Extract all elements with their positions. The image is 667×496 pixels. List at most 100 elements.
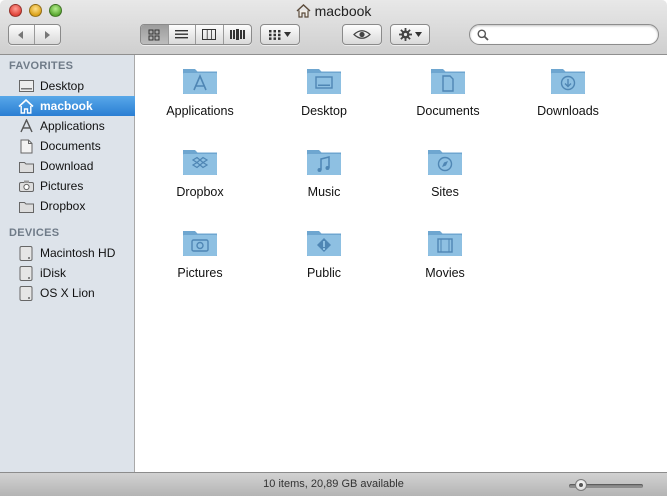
sidebar-item-label: Macintosh HD bbox=[40, 246, 116, 260]
folder-item-public[interactable]: Public bbox=[269, 217, 379, 287]
folder-label: Downloads bbox=[537, 104, 599, 118]
folder-item-pictures[interactable]: Pictures bbox=[145, 217, 255, 287]
folder-item-dropbox[interactable]: Dropbox bbox=[145, 136, 255, 206]
sidebar-item-label: Dropbox bbox=[40, 199, 86, 213]
sidebar-item-label: Applications bbox=[40, 119, 105, 133]
sites-folder-icon bbox=[428, 150, 462, 175]
folder-item-sites[interactable]: Sites bbox=[390, 136, 500, 206]
movies-folder-icon bbox=[428, 231, 462, 256]
gear-icon bbox=[398, 28, 412, 41]
coverflow-icon bbox=[229, 29, 245, 40]
sidebar-item-label: macbook bbox=[40, 99, 93, 113]
downloads-folder-icon bbox=[551, 69, 585, 94]
sidebar-item-macbook[interactable]: macbook bbox=[0, 96, 135, 116]
folder-label: Desktop bbox=[301, 104, 347, 118]
folder-item-downloads[interactable]: Downloads bbox=[513, 55, 623, 125]
sidebar-item-os-x-lion[interactable]: OS X Lion bbox=[0, 283, 135, 303]
grid-icon bbox=[148, 29, 160, 40]
sidebar-item-label: Download bbox=[40, 159, 94, 173]
sidebar-item-label: OS X Lion bbox=[40, 286, 95, 300]
search-field[interactable] bbox=[469, 24, 659, 45]
column-view-button[interactable] bbox=[196, 25, 224, 44]
folder-label: Sites bbox=[431, 185, 459, 199]
dropbox-folder-icon bbox=[183, 150, 217, 175]
quicklook-button[interactable] bbox=[343, 25, 381, 44]
music-folder-icon bbox=[307, 150, 341, 175]
action-button[interactable] bbox=[391, 25, 429, 44]
sidebar-item-documents[interactable]: Documents bbox=[0, 136, 135, 156]
quicklook-control bbox=[342, 24, 382, 45]
toolbar: macbook bbox=[0, 0, 667, 55]
folder-label: Pictures bbox=[177, 266, 223, 280]
list-icon bbox=[175, 30, 189, 39]
chevron-right-icon bbox=[45, 30, 51, 39]
arrange-menu bbox=[260, 24, 300, 45]
arrange-button[interactable] bbox=[261, 25, 299, 44]
sidebar-item-pictures[interactable]: Pictures bbox=[0, 176, 135, 196]
folder-item-documents[interactable]: Documents bbox=[393, 55, 503, 125]
idisk-icon bbox=[18, 265, 34, 281]
chevron-down-icon bbox=[284, 32, 291, 37]
folder-item-music[interactable]: Music bbox=[269, 136, 379, 206]
arrange-grid-icon bbox=[269, 29, 281, 40]
camera-icon bbox=[18, 178, 34, 194]
chevron-left-icon bbox=[18, 30, 24, 39]
sidebar-item-macintosh-hd[interactable]: Macintosh HD bbox=[0, 243, 135, 263]
home-icon bbox=[296, 4, 311, 21]
applications-folder-icon bbox=[183, 69, 217, 94]
finder-window: macbook FAVORITES Desktop macbook Applic… bbox=[0, 0, 667, 496]
file-browser: Applications Desktop Documents Downloads bbox=[136, 55, 667, 472]
disk-icon bbox=[18, 285, 34, 301]
status-bar: 10 items, 20,89 GB available bbox=[0, 472, 667, 496]
public-folder-icon bbox=[307, 231, 341, 256]
folder-item-desktop[interactable]: Desktop bbox=[269, 55, 379, 125]
download-icon bbox=[18, 158, 34, 174]
columns-icon bbox=[202, 29, 217, 40]
search-icon bbox=[477, 29, 489, 41]
hard-drive-icon bbox=[18, 245, 34, 261]
sidebar-item-dropbox[interactable]: Dropbox bbox=[0, 196, 135, 216]
applications-icon bbox=[18, 118, 34, 134]
action-menu bbox=[390, 24, 430, 45]
sidebar-item-label: iDisk bbox=[40, 266, 66, 280]
sidebar-item-download[interactable]: Download bbox=[0, 156, 135, 176]
chevron-down-icon bbox=[414, 32, 422, 37]
documents-folder-icon bbox=[431, 69, 465, 94]
devices-heading: DEVICES bbox=[9, 227, 60, 239]
folder-label: Movies bbox=[425, 266, 465, 280]
search-input[interactable] bbox=[492, 27, 652, 42]
sidebar-item-applications[interactable]: Applications bbox=[0, 116, 135, 136]
view-mode-buttons bbox=[140, 24, 252, 45]
forward-button[interactable] bbox=[35, 25, 60, 44]
documents-icon bbox=[18, 138, 34, 154]
status-text: 10 items, 20,89 GB available bbox=[263, 478, 404, 490]
folder-label: Applications bbox=[166, 104, 234, 118]
folder-item-applications[interactable]: Applications bbox=[145, 55, 255, 125]
list-view-button[interactable] bbox=[169, 25, 196, 44]
folder-label: Dropbox bbox=[176, 185, 224, 199]
favorites-heading: FAVORITES bbox=[9, 60, 74, 72]
coverflow-view-button[interactable] bbox=[224, 25, 251, 44]
back-button[interactable] bbox=[9, 25, 35, 44]
icon-view-button[interactable] bbox=[141, 25, 169, 44]
folder-icon bbox=[18, 198, 34, 214]
folder-label: Public bbox=[306, 266, 342, 280]
window-title: macbook bbox=[0, 3, 667, 21]
sidebar-item-label: Pictures bbox=[40, 179, 84, 193]
sidebar: FAVORITES Desktop macbook Applications D… bbox=[0, 55, 135, 472]
sidebar-item-desktop[interactable]: Desktop bbox=[0, 76, 135, 96]
folder-label: Music bbox=[307, 185, 341, 199]
icon-size-slider[interactable] bbox=[569, 479, 643, 491]
sidebar-item-label: Desktop bbox=[40, 79, 85, 93]
desktop-folder-icon bbox=[307, 69, 341, 94]
nav-buttons bbox=[8, 24, 61, 45]
window-title-text: macbook bbox=[314, 3, 372, 19]
eye-icon bbox=[353, 30, 371, 39]
pictures-folder-icon bbox=[183, 231, 217, 256]
sidebar-item-label: Documents bbox=[40, 139, 101, 153]
sidebar-item-idisk[interactable]: iDisk bbox=[0, 263, 135, 283]
folder-label: Documents bbox=[416, 104, 480, 118]
folder-item-movies[interactable]: Movies bbox=[390, 217, 500, 287]
desktop-icon bbox=[18, 78, 34, 94]
home-icon bbox=[18, 98, 34, 114]
